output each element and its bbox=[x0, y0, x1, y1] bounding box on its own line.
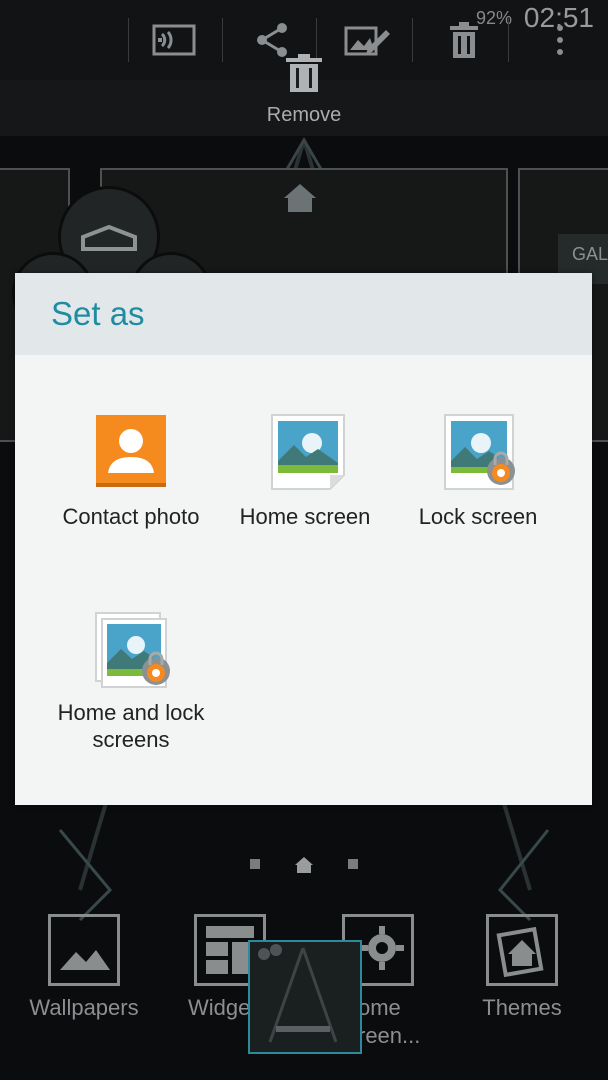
wallpaper-icon bbox=[48, 914, 120, 986]
themes-label: Themes bbox=[482, 995, 562, 1020]
page-dot[interactable] bbox=[348, 859, 358, 869]
set-as-dialog: Set as Contact photo Home screen Lock sc… bbox=[15, 273, 592, 805]
wallpapers-label: Wallpapers bbox=[29, 995, 139, 1020]
page-indicator bbox=[0, 856, 608, 874]
home-and-lock-option[interactable]: Home and lock screens bbox=[36, 611, 226, 753]
home-page-dot-icon[interactable] bbox=[294, 856, 314, 874]
themes-icon bbox=[486, 914, 558, 986]
contact-icon bbox=[94, 413, 168, 487]
home-lock-icon bbox=[94, 611, 170, 688]
dialog-title: Set as bbox=[51, 295, 145, 332]
toolbar-divider bbox=[508, 18, 509, 62]
more-icon[interactable] bbox=[536, 18, 584, 62]
home-outline-icon bbox=[81, 224, 137, 251]
lock-screen-label: Lock screen bbox=[418, 504, 538, 529]
contact-photo-label: Contact photo bbox=[62, 504, 200, 529]
home-screen-option[interactable]: Home screen bbox=[210, 413, 400, 530]
status-bar: 92% 02:51 bbox=[0, 0, 608, 40]
lock-screen-icon bbox=[441, 413, 515, 490]
delete-icon[interactable] bbox=[440, 18, 488, 62]
contact-photo-option[interactable]: Contact photo bbox=[36, 413, 226, 530]
remove-label: Remove bbox=[266, 104, 342, 126]
cast-icon[interactable] bbox=[150, 18, 198, 62]
toolbar-divider bbox=[128, 18, 129, 62]
themes-button[interactable]: Themes bbox=[462, 914, 582, 1022]
page-dot[interactable] bbox=[250, 859, 260, 869]
trash-icon bbox=[282, 52, 326, 98]
home-icon bbox=[284, 184, 316, 212]
toolbar-divider bbox=[222, 18, 223, 62]
dragged-page-thumbnail[interactable] bbox=[248, 940, 362, 1054]
toolbar-divider bbox=[412, 18, 413, 62]
edit-icon[interactable] bbox=[342, 18, 390, 62]
lock-screen-option[interactable]: Lock screen bbox=[383, 413, 573, 530]
home-screen-icon bbox=[268, 413, 345, 490]
wallpapers-button[interactable]: Wallpapers bbox=[24, 914, 144, 1022]
home-and-lock-label: Home and lock screens bbox=[57, 700, 205, 752]
dragged-wallpaper-preview bbox=[258, 944, 338, 1043]
dialog-header: Set as bbox=[15, 273, 592, 355]
home-screen-label: Home screen bbox=[239, 504, 371, 529]
